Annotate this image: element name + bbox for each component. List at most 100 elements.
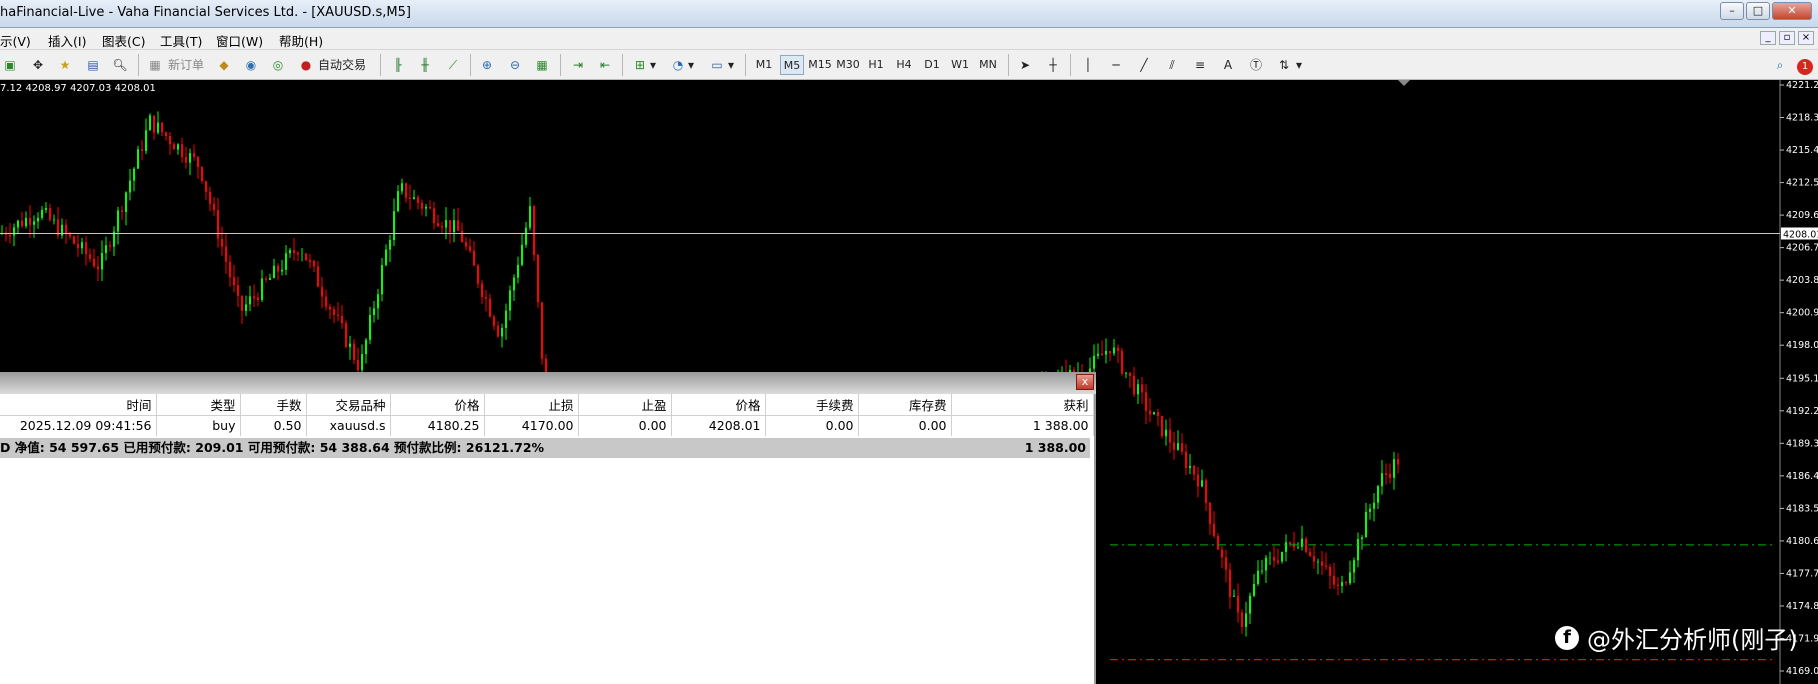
timeframe-m15[interactable]: M15 <box>808 55 832 75</box>
cell-commission: 0.00 <box>765 415 859 436</box>
vertical-line-icon[interactable]: │ <box>1078 55 1098 75</box>
search-icon[interactable]: ⌕ <box>1770 55 1790 75</box>
mdi-close-button[interactable]: × <box>1798 31 1814 45</box>
strategy-tester-icon[interactable]: 🔍︎ <box>110 55 130 75</box>
close-window-button[interactable]: ✕ <box>1772 2 1812 20</box>
timeframe-m1[interactable]: M1 <box>752 55 776 75</box>
price-tick-label: 4221.25 <box>1786 80 1818 91</box>
price-tick-label: 4180.60 <box>1786 536 1818 547</box>
minimize-button[interactable]: – <box>1720 2 1744 20</box>
candlestick-icon[interactable]: ╫ <box>415 55 435 75</box>
text-tool-button[interactable]: A <box>1218 55 1238 75</box>
templates-dropdown-icon[interactable]: ▾ <box>726 55 736 75</box>
current-price-tag-label: 4208.01 <box>1783 229 1818 240</box>
timeframe-d1[interactable]: D1 <box>920 55 944 75</box>
title-bar: haFinancial-Live - Vaha Financial Servic… <box>0 0 1818 28</box>
auto-trade-button[interactable]: 自动交易 <box>318 55 366 75</box>
price-tick-label: 4209.65 <box>1786 210 1818 221</box>
market-watch-icon[interactable]: ◆ <box>214 55 234 75</box>
watermark: f @外汇分析师(刚子) <box>1555 620 1798 655</box>
zoom-out-icon[interactable]: ⊖ <box>505 55 525 75</box>
col-stop-loss[interactable]: 止损 <box>484 394 579 416</box>
timeframe-h4[interactable]: H4 <box>892 55 916 75</box>
arrows-icon[interactable]: ⇅ <box>1274 55 1294 75</box>
trendline-icon[interactable]: ╱ <box>1134 55 1154 75</box>
col-swap[interactable]: 库存费 <box>858 394 952 416</box>
timeframe-w1[interactable]: W1 <box>948 55 972 75</box>
watermark-text: @外汇分析师(刚子) <box>1587 626 1798 654</box>
toolbar: ▣ ✥ ★ ▤ 🔍︎ ▦ 新订单 ◆ ◉ ◎ ● 自动交易 ╟ ╫ ⟋ ⊕ ⊖ … <box>0 50 1818 80</box>
price-tick-label: 4206.75 <box>1786 243 1818 254</box>
mdi-controls: _ ▫ × <box>1760 31 1814 45</box>
arrows-dropdown-icon[interactable]: ▾ <box>1294 55 1304 75</box>
col-time[interactable]: 时间 <box>0 394 157 416</box>
line-chart-icon[interactable]: ⟋ <box>443 55 463 75</box>
menu-view[interactable]: 示(V) <box>0 31 31 50</box>
fibonacci-icon[interactable]: ≡ <box>1190 55 1210 75</box>
timeframe-h1[interactable]: H1 <box>864 55 888 75</box>
window-title: haFinancial-Live - Vaha Financial Servic… <box>0 5 411 20</box>
bar-chart-icon[interactable]: ╟ <box>388 55 408 75</box>
cell-volume: 0.50 <box>240 415 307 436</box>
price-tick-label: 4195.10 <box>1786 373 1818 384</box>
col-current-price[interactable]: 价格 <box>671 394 766 416</box>
new-chart-icon[interactable]: ▣ <box>0 55 20 75</box>
col-open-price[interactable]: 价格 <box>390 394 485 416</box>
account-summary-text: D 净值: 54 597.65 已用预付款: 209.01 可用预付款: 54 … <box>0 440 545 455</box>
crosshair-move-icon[interactable]: ✥ <box>28 55 48 75</box>
price-tick-label: 4192.20 <box>1786 406 1818 417</box>
text-label-icon[interactable]: Ⓣ <box>1246 55 1266 75</box>
chart-shift-marker <box>1398 80 1410 86</box>
timeframe-m30[interactable]: M30 <box>836 55 860 75</box>
favorites-icon[interactable]: ★ <box>55 55 75 75</box>
table-row[interactable]: 2025.12.09 09:41:56 buy 0.50 xauusd.s 41… <box>0 415 1094 436</box>
templates-icon[interactable]: ▭ <box>707 55 727 75</box>
periods-icon[interactable]: ◔ <box>668 55 688 75</box>
maximize-button[interactable]: □ <box>1746 2 1770 20</box>
auto-trade-icon[interactable]: ● <box>296 55 316 75</box>
cell-current-price: 4208.01 <box>671 415 766 436</box>
price-tick-label: 4203.85 <box>1786 275 1818 286</box>
col-type[interactable]: 类型 <box>156 394 241 416</box>
menu-window[interactable]: 窗口(W) <box>216 31 263 50</box>
indicators-icon[interactable]: ⊞ <box>630 55 650 75</box>
menu-insert[interactable]: 插入(I) <box>48 31 86 50</box>
price-tick-label: 4215.45 <box>1786 145 1818 156</box>
price-tick-label: 4183.50 <box>1786 503 1818 514</box>
mdi-restore-button[interactable]: ▫ <box>1779 31 1795 45</box>
menu-tools[interactable]: 工具(T) <box>160 31 202 50</box>
auto-scroll-icon[interactable]: ⇥ <box>568 55 588 75</box>
col-profit[interactable]: 获利 <box>951 394 1094 416</box>
price-tick-label: 4169.00 <box>1786 666 1818 677</box>
menu-bar: 示(V) 插入(I) 图表(C) 工具(T) 窗口(W) 帮助(H) _ ▫ × <box>0 28 1818 50</box>
tile-windows-icon[interactable]: ▦ <box>532 55 552 75</box>
wifi-icon[interactable]: ◎ <box>268 55 288 75</box>
timeframe-m5[interactable]: M5 <box>780 55 804 75</box>
navigator-icon[interactable]: ▤ <box>83 55 103 75</box>
new-order-icon[interactable]: ▦ <box>145 55 165 75</box>
zoom-in-icon[interactable]: ⊕ <box>477 55 497 75</box>
indicators-dropdown-icon[interactable]: ▾ <box>648 55 658 75</box>
chart-shift-icon[interactable]: ⇤ <box>595 55 615 75</box>
menu-help[interactable]: 帮助(H) <box>279 31 323 50</box>
terminal-close-button[interactable]: x <box>1076 374 1094 390</box>
menu-charts[interactable]: 图表(C) <box>102 31 145 50</box>
cursor-icon[interactable]: ➤ <box>1015 55 1035 75</box>
timeframe-mn[interactable]: MN <box>976 55 1000 75</box>
price-tick-label: 4186.40 <box>1786 471 1818 482</box>
equidistant-channel-icon[interactable]: ⫽ <box>1162 55 1182 75</box>
col-symbol[interactable]: 交易品种 <box>306 394 391 416</box>
new-order-button[interactable]: 新订单 <box>168 55 204 75</box>
col-volume[interactable]: 手数 <box>240 394 307 416</box>
col-take-profit[interactable]: 止盈 <box>578 394 672 416</box>
periods-dropdown-icon[interactable]: ▾ <box>686 55 696 75</box>
col-commission[interactable]: 手续费 <box>765 394 859 416</box>
mdi-minimize-button[interactable]: _ <box>1760 31 1776 45</box>
cell-open-price: 4180.25 <box>390 415 485 436</box>
terminal-titlebar: x <box>0 372 1096 394</box>
crosshair-icon[interactable]: ┼ <box>1043 55 1063 75</box>
notifications-icon[interactable]: 1 <box>1795 55 1815 75</box>
signals-icon[interactable]: ◉ <box>241 55 261 75</box>
table-header-row: 时间 类型 手数 交易品种 价格 止损 止盈 价格 手续费 库存费 获利 <box>0 394 1094 416</box>
horizontal-line-icon[interactable]: ─ <box>1106 55 1126 75</box>
